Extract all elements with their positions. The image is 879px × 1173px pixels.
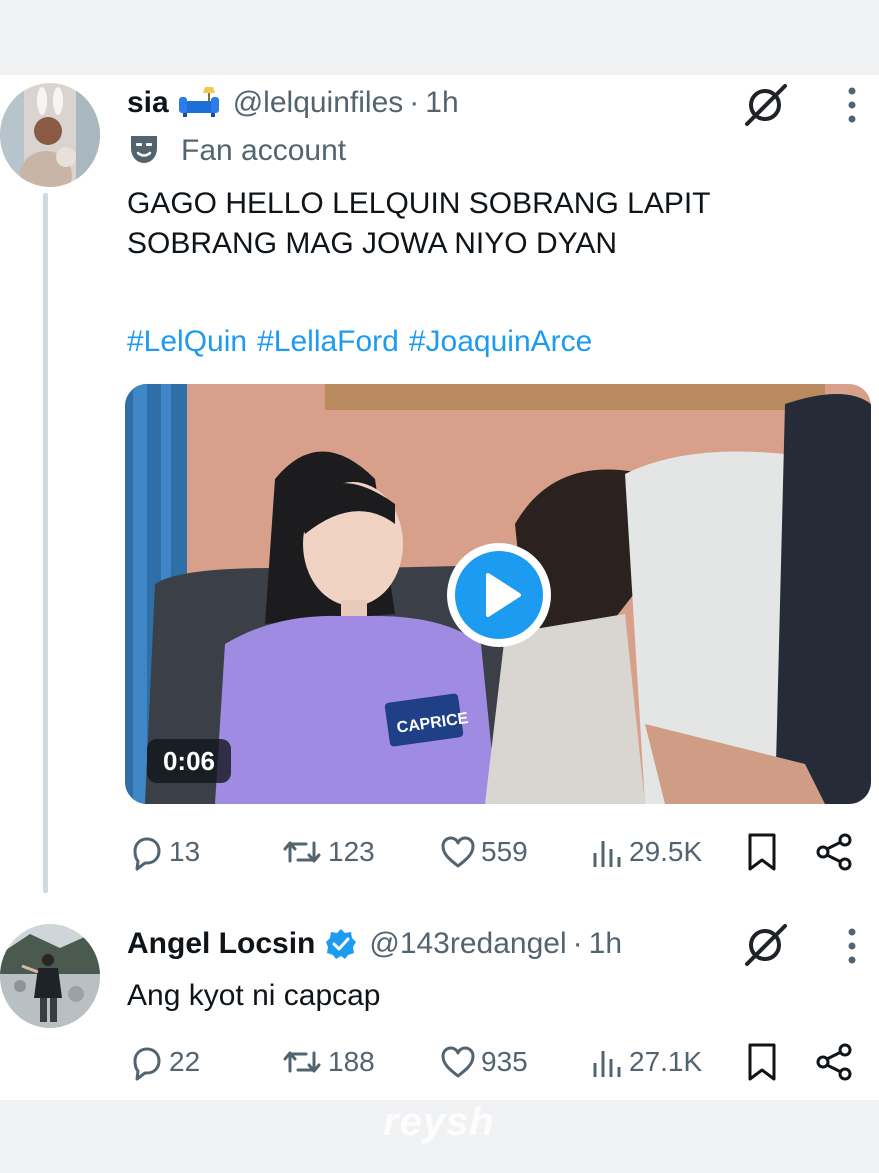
like-button[interactable]: 559	[439, 830, 528, 874]
tweet-text: GAGO HELLO LELQUIN SOBRANG LAPIT SOBRANG…	[127, 184, 827, 264]
repost-icon	[280, 833, 324, 871]
heart-icon	[439, 1043, 477, 1081]
separator-dot: ·	[409, 86, 420, 119]
heart-icon	[439, 833, 477, 871]
handle[interactable]: @143redangel	[369, 927, 566, 961]
handle[interactable]: @lelquinfiles	[233, 86, 404, 120]
views-chart-icon	[589, 833, 625, 871]
repost-count: 188	[328, 1046, 375, 1077]
share-button[interactable]	[815, 1040, 853, 1084]
timestamp[interactable]: 1h	[425, 86, 458, 120]
avatar[interactable]	[0, 83, 100, 187]
hashtags: #LelQuin #LellaFord #JoaquinArce	[127, 325, 602, 359]
tweet-text-line: GAGO HELLO LELQUIN SOBRANG LAPIT	[127, 187, 711, 220]
hashtag-link[interactable]: #LelQuin	[127, 325, 247, 358]
views-button[interactable]: 27.1K	[589, 1040, 702, 1084]
reply-icon	[127, 833, 165, 871]
tweet-text: Ang kyot ni capcap	[127, 979, 381, 1012]
tweet-text-line: SOBRANG MAG JOWA NIYO DYAN	[127, 227, 618, 260]
tweet-header: Angel Locsin @143redangel · 1h	[127, 922, 622, 966]
share-button[interactable]	[815, 830, 853, 874]
bookmark-button[interactable]	[745, 830, 779, 874]
like-count: 935	[481, 1046, 528, 1077]
fan-account-label: Fan account	[127, 131, 346, 171]
reply-button[interactable]: 13	[127, 830, 200, 874]
views-button[interactable]: 29.5K	[589, 830, 702, 874]
top-band	[0, 0, 879, 75]
verified-badge-icon	[325, 928, 357, 960]
play-button[interactable]	[447, 543, 551, 647]
watermark: reysh	[383, 1100, 495, 1144]
label-text: Fan account	[181, 134, 347, 167]
like-button[interactable]: 935	[439, 1040, 528, 1084]
repost-button[interactable]: 123	[280, 830, 375, 874]
video-duration: 0:06	[147, 739, 231, 783]
grok-icon[interactable]	[741, 920, 791, 970]
more-options-icon[interactable]	[845, 926, 859, 966]
action-bar: 22 188 935 27.1K	[127, 1040, 857, 1084]
display-name[interactable]: Angel Locsin	[127, 927, 315, 961]
theater-masks-icon	[127, 132, 161, 171]
more-options-icon[interactable]	[845, 85, 859, 125]
grok-icon[interactable]	[741, 80, 791, 130]
view-count: 27.1K	[629, 1046, 703, 1077]
tweet-angel-locsin[interactable]: Angel Locsin @143redangel · 1h Ang kyot …	[0, 920, 879, 1100]
share-icon	[815, 1042, 853, 1082]
share-icon	[815, 832, 853, 872]
reply-count: 13	[169, 836, 201, 867]
tweet-header: sia @lelquinfiles · 1h	[127, 81, 459, 125]
reply-count: 22	[169, 1046, 201, 1077]
hashtag-link[interactable]: #LellaFord	[257, 325, 399, 358]
reply-icon	[127, 1043, 165, 1081]
hashtag-link[interactable]: #JoaquinArce	[409, 325, 592, 358]
action-bar: 13 123 559 29.5K	[127, 830, 857, 874]
separator-dot: ·	[572, 927, 583, 960]
feed: sia @lelquinfiles · 1h Fan account GAGO …	[0, 75, 879, 1100]
views-chart-icon	[589, 1043, 625, 1081]
thread-line	[43, 193, 48, 893]
timestamp[interactable]: 1h	[589, 927, 622, 961]
bookmark-icon	[745, 1042, 779, 1082]
avatar[interactable]	[0, 924, 100, 1028]
display-name[interactable]: sia	[127, 86, 169, 120]
reply-button[interactable]: 22	[127, 1040, 200, 1084]
view-count: 29.5K	[629, 836, 703, 867]
like-count: 559	[481, 836, 528, 867]
repost-icon	[280, 1043, 324, 1081]
repost-button[interactable]: 188	[280, 1040, 375, 1084]
bookmark-button[interactable]	[745, 1040, 779, 1084]
video-player[interactable]: CAPRICE 0:06	[125, 384, 871, 804]
tweet-sia[interactable]: sia @lelquinfiles · 1h Fan account GAGO …	[0, 75, 879, 895]
play-icon	[455, 551, 543, 639]
couch-and-lamp-icon	[177, 83, 221, 124]
repost-count: 123	[328, 836, 375, 867]
bookmark-icon	[745, 832, 779, 872]
